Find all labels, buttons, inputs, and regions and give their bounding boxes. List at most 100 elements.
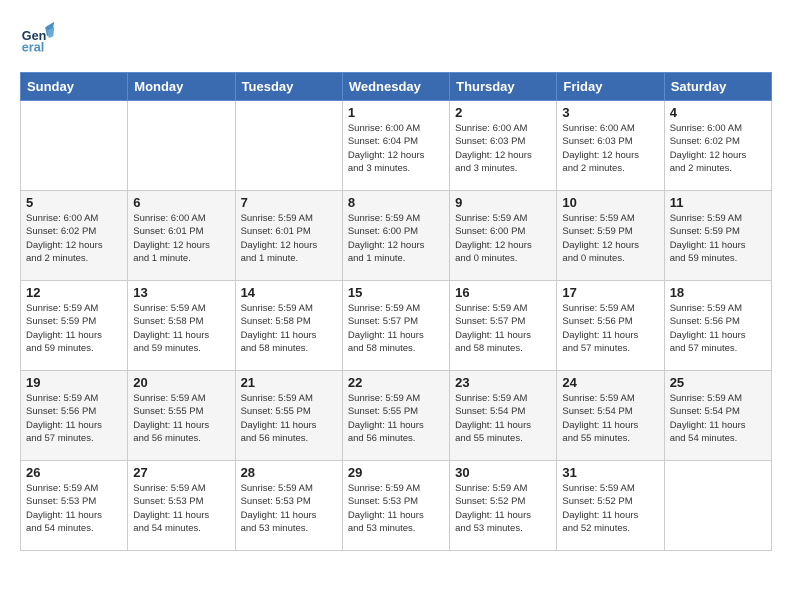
page-header: Gen eral bbox=[20, 20, 772, 56]
day-info: Sunrise: 6:00 AM Sunset: 6:02 PM Dayligh… bbox=[670, 122, 766, 175]
column-header-wednesday: Wednesday bbox=[342, 73, 449, 101]
day-info: Sunrise: 5:59 AM Sunset: 5:57 PM Dayligh… bbox=[348, 302, 444, 355]
calendar-cell bbox=[664, 461, 771, 551]
day-info: Sunrise: 5:59 AM Sunset: 5:54 PM Dayligh… bbox=[562, 392, 658, 445]
day-info: Sunrise: 5:59 AM Sunset: 6:00 PM Dayligh… bbox=[348, 212, 444, 265]
column-header-friday: Friday bbox=[557, 73, 664, 101]
calendar-cell: 19 Sunrise: 5:59 AM Sunset: 5:56 PM Dayli… bbox=[21, 371, 128, 461]
day-number: 25 bbox=[670, 375, 766, 390]
day-number: 11 bbox=[670, 195, 766, 210]
calendar-week-row: 26 Sunrise: 5:59 AM Sunset: 5:53 PM Dayli… bbox=[21, 461, 772, 551]
day-info: Sunrise: 5:59 AM Sunset: 5:59 PM Dayligh… bbox=[26, 302, 122, 355]
calendar-cell: 22 Sunrise: 5:59 AM Sunset: 5:55 PM Dayli… bbox=[342, 371, 449, 461]
day-info: Sunrise: 5:59 AM Sunset: 5:57 PM Dayligh… bbox=[455, 302, 551, 355]
day-number: 22 bbox=[348, 375, 444, 390]
column-header-tuesday: Tuesday bbox=[235, 73, 342, 101]
day-info: Sunrise: 5:59 AM Sunset: 5:52 PM Dayligh… bbox=[562, 482, 658, 535]
day-number: 16 bbox=[455, 285, 551, 300]
calendar-cell: 20 Sunrise: 5:59 AM Sunset: 5:55 PM Dayli… bbox=[128, 371, 235, 461]
calendar-cell: 17 Sunrise: 5:59 AM Sunset: 5:56 PM Dayli… bbox=[557, 281, 664, 371]
day-number: 21 bbox=[241, 375, 337, 390]
day-number: 30 bbox=[455, 465, 551, 480]
day-info: Sunrise: 6:00 AM Sunset: 6:01 PM Dayligh… bbox=[133, 212, 229, 265]
calendar-cell: 3 Sunrise: 6:00 AM Sunset: 6:03 PM Daylig… bbox=[557, 101, 664, 191]
calendar-cell: 21 Sunrise: 5:59 AM Sunset: 5:55 PM Dayli… bbox=[235, 371, 342, 461]
day-info: Sunrise: 5:59 AM Sunset: 6:01 PM Dayligh… bbox=[241, 212, 337, 265]
calendar-cell bbox=[235, 101, 342, 191]
day-info: Sunrise: 5:59 AM Sunset: 5:55 PM Dayligh… bbox=[348, 392, 444, 445]
day-info: Sunrise: 6:00 AM Sunset: 6:02 PM Dayligh… bbox=[26, 212, 122, 265]
day-number: 20 bbox=[133, 375, 229, 390]
calendar-cell: 12 Sunrise: 5:59 AM Sunset: 5:59 PM Dayli… bbox=[21, 281, 128, 371]
calendar-cell: 18 Sunrise: 5:59 AM Sunset: 5:56 PM Dayli… bbox=[664, 281, 771, 371]
calendar-cell: 9 Sunrise: 5:59 AM Sunset: 6:00 PM Daylig… bbox=[450, 191, 557, 281]
logo-icon: Gen eral bbox=[20, 20, 56, 56]
day-info: Sunrise: 6:00 AM Sunset: 6:03 PM Dayligh… bbox=[455, 122, 551, 175]
logo: Gen eral bbox=[20, 20, 60, 56]
calendar-cell: 16 Sunrise: 5:59 AM Sunset: 5:57 PM Dayli… bbox=[450, 281, 557, 371]
day-info: Sunrise: 5:59 AM Sunset: 5:55 PM Dayligh… bbox=[241, 392, 337, 445]
day-number: 27 bbox=[133, 465, 229, 480]
day-info: Sunrise: 5:59 AM Sunset: 5:54 PM Dayligh… bbox=[670, 392, 766, 445]
day-number: 7 bbox=[241, 195, 337, 210]
calendar-cell: 4 Sunrise: 6:00 AM Sunset: 6:02 PM Daylig… bbox=[664, 101, 771, 191]
day-info: Sunrise: 5:59 AM Sunset: 5:54 PM Dayligh… bbox=[455, 392, 551, 445]
day-number: 9 bbox=[455, 195, 551, 210]
day-info: Sunrise: 5:59 AM Sunset: 5:56 PM Dayligh… bbox=[26, 392, 122, 445]
column-header-monday: Monday bbox=[128, 73, 235, 101]
calendar-cell: 26Sunrise: 5:59 AM Sunset: 5:53 PM Dayli… bbox=[21, 461, 128, 551]
calendar-cell: 7 Sunrise: 5:59 AM Sunset: 6:01 PM Daylig… bbox=[235, 191, 342, 281]
calendar-cell bbox=[21, 101, 128, 191]
column-header-thursday: Thursday bbox=[450, 73, 557, 101]
calendar-cell: 23Sunrise: 5:59 AM Sunset: 5:54 PM Dayli… bbox=[450, 371, 557, 461]
day-info: Sunrise: 6:00 AM Sunset: 6:04 PM Dayligh… bbox=[348, 122, 444, 175]
calendar-cell: 8 Sunrise: 5:59 AM Sunset: 6:00 PM Daylig… bbox=[342, 191, 449, 281]
calendar-cell: 25 Sunrise: 5:59 AM Sunset: 5:54 PM Dayli… bbox=[664, 371, 771, 461]
calendar-cell: 5Sunrise: 6:00 AM Sunset: 6:02 PM Daylig… bbox=[21, 191, 128, 281]
day-number: 1 bbox=[348, 105, 444, 120]
day-info: Sunrise: 5:59 AM Sunset: 5:53 PM Dayligh… bbox=[241, 482, 337, 535]
day-info: Sunrise: 5:59 AM Sunset: 5:56 PM Dayligh… bbox=[562, 302, 658, 355]
calendar-table: SundayMondayTuesdayWednesdayThursdayFrid… bbox=[20, 72, 772, 551]
calendar-cell: 1 Sunrise: 6:00 AM Sunset: 6:04 PM Daylig… bbox=[342, 101, 449, 191]
calendar-cell: 29 Sunrise: 5:59 AM Sunset: 5:53 PM Dayli… bbox=[342, 461, 449, 551]
day-number: 19 bbox=[26, 375, 122, 390]
calendar-cell: 2 Sunrise: 6:00 AM Sunset: 6:03 PM Daylig… bbox=[450, 101, 557, 191]
day-number: 10 bbox=[562, 195, 658, 210]
day-info: Sunrise: 5:59 AM Sunset: 5:55 PM Dayligh… bbox=[133, 392, 229, 445]
day-info: Sunrise: 5:59 AM Sunset: 5:59 PM Dayligh… bbox=[670, 212, 766, 265]
day-number: 29 bbox=[348, 465, 444, 480]
calendar-week-row: 5Sunrise: 6:00 AM Sunset: 6:02 PM Daylig… bbox=[21, 191, 772, 281]
day-number: 8 bbox=[348, 195, 444, 210]
day-info: Sunrise: 5:59 AM Sunset: 5:53 PM Dayligh… bbox=[348, 482, 444, 535]
day-number: 17 bbox=[562, 285, 658, 300]
calendar-cell: 6 Sunrise: 6:00 AM Sunset: 6:01 PM Daylig… bbox=[128, 191, 235, 281]
day-info: Sunrise: 6:00 AM Sunset: 6:03 PM Dayligh… bbox=[562, 122, 658, 175]
day-number: 14 bbox=[241, 285, 337, 300]
day-number: 15 bbox=[348, 285, 444, 300]
calendar-cell: 28Sunrise: 5:59 AM Sunset: 5:53 PM Dayli… bbox=[235, 461, 342, 551]
day-number: 12 bbox=[26, 285, 122, 300]
calendar-cell: 15 Sunrise: 5:59 AM Sunset: 5:57 PM Dayli… bbox=[342, 281, 449, 371]
calendar-week-row: 19 Sunrise: 5:59 AM Sunset: 5:56 PM Dayli… bbox=[21, 371, 772, 461]
calendar-cell: 30Sunrise: 5:59 AM Sunset: 5:52 PM Dayli… bbox=[450, 461, 557, 551]
day-number: 2 bbox=[455, 105, 551, 120]
day-number: 4 bbox=[670, 105, 766, 120]
calendar-cell: 14 Sunrise: 5:59 AM Sunset: 5:58 PM Dayli… bbox=[235, 281, 342, 371]
day-number: 31 bbox=[562, 465, 658, 480]
day-number: 24 bbox=[562, 375, 658, 390]
calendar-week-row: 1 Sunrise: 6:00 AM Sunset: 6:04 PM Daylig… bbox=[21, 101, 772, 191]
day-number: 6 bbox=[133, 195, 229, 210]
day-info: Sunrise: 5:59 AM Sunset: 5:59 PM Dayligh… bbox=[562, 212, 658, 265]
day-number: 26 bbox=[26, 465, 122, 480]
day-info: Sunrise: 5:59 AM Sunset: 5:53 PM Dayligh… bbox=[133, 482, 229, 535]
day-info: Sunrise: 5:59 AM Sunset: 5:58 PM Dayligh… bbox=[241, 302, 337, 355]
day-number: 18 bbox=[670, 285, 766, 300]
day-number: 3 bbox=[562, 105, 658, 120]
day-info: Sunrise: 5:59 AM Sunset: 5:58 PM Dayligh… bbox=[133, 302, 229, 355]
day-info: Sunrise: 5:59 AM Sunset: 5:56 PM Dayligh… bbox=[670, 302, 766, 355]
calendar-header-row: SundayMondayTuesdayWednesdayThursdayFrid… bbox=[21, 73, 772, 101]
day-info: Sunrise: 5:59 AM Sunset: 6:00 PM Dayligh… bbox=[455, 212, 551, 265]
calendar-cell: 11 Sunrise: 5:59 AM Sunset: 5:59 PM Dayli… bbox=[664, 191, 771, 281]
calendar-cell: 31 Sunrise: 5:59 AM Sunset: 5:52 PM Dayli… bbox=[557, 461, 664, 551]
